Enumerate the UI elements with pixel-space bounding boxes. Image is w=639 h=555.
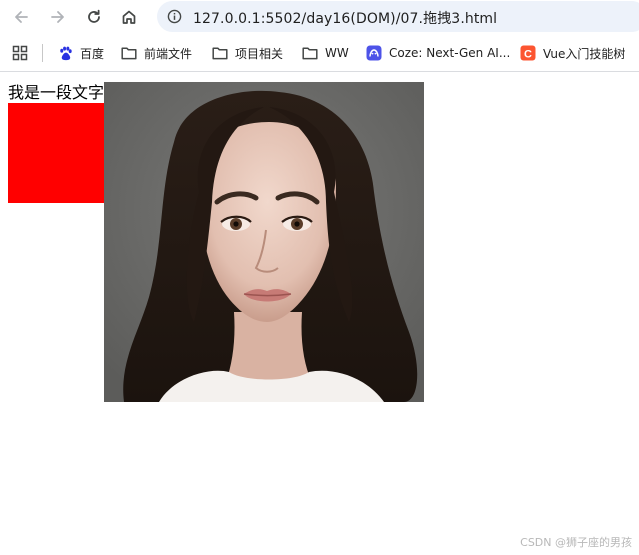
reload-icon bbox=[88, 9, 100, 23]
arrow-right-icon bbox=[51, 11, 64, 23]
csdn-c-icon: C bbox=[520, 45, 536, 61]
bookmark-label: 项目相关 bbox=[235, 46, 284, 61]
portrait-image[interactable] bbox=[104, 82, 424, 402]
bookmark-ww[interactable]: WW bbox=[302, 43, 349, 63]
draggable-red-box[interactable] bbox=[8, 103, 108, 203]
page-viewport: 我是一段文字 CSDN @狮子座的男孩 bbox=[0, 72, 639, 555]
apps-grid-icon[interactable] bbox=[11, 44, 29, 62]
coze-icon bbox=[366, 45, 382, 61]
csdn-watermark: CSDN @狮子座的男孩 bbox=[520, 536, 632, 549]
folder-icon bbox=[302, 45, 318, 61]
browser-toolbar: 127.0.0.1:5502/day16(DOM)/07.拖拽3.html bbox=[0, 0, 639, 34]
back-button[interactable] bbox=[8, 4, 34, 30]
info-icon bbox=[167, 9, 182, 24]
bookmark-label: 前端文件 bbox=[144, 46, 193, 61]
reload-button[interactable] bbox=[81, 4, 107, 30]
folder-icon bbox=[121, 45, 137, 61]
bookmark-coze[interactable]: Coze: Next-Gen AI... bbox=[366, 43, 510, 63]
bookmark-label: WW bbox=[325, 46, 349, 60]
bookmark-label: Coze: Next-Gen AI... bbox=[389, 46, 511, 60]
bookmarks-divider bbox=[42, 44, 43, 62]
home-icon bbox=[122, 10, 136, 24]
bookmark-label: Vue入门技能树 bbox=[543, 46, 626, 61]
address-bar[interactable]: 127.0.0.1:5502/day16(DOM)/07.拖拽3.html bbox=[157, 1, 639, 32]
bookmark-label: 百度 bbox=[80, 46, 105, 61]
portrait-photo-illustration bbox=[104, 82, 424, 402]
bookmark-project[interactable]: 项目相关 bbox=[212, 43, 283, 63]
url-text[interactable]: 127.0.0.1:5502/day16(DOM)/07.拖拽3.html bbox=[193, 8, 497, 28]
home-button[interactable] bbox=[116, 4, 142, 30]
bookmark-vue[interactable]: C Vue入门技能树 bbox=[520, 43, 625, 63]
baidu-paw-icon bbox=[57, 45, 73, 61]
bookmarks-bar: 百度 前端文件 项目相关 WW Coze: Next-Gen AI... C V… bbox=[0, 35, 639, 72]
folder-icon bbox=[212, 45, 228, 61]
site-info-button[interactable] bbox=[163, 5, 186, 28]
bookmark-baidu[interactable]: 百度 bbox=[57, 43, 104, 63]
svg-text:C: C bbox=[524, 48, 532, 60]
bookmark-frontend-files[interactable]: 前端文件 bbox=[121, 43, 192, 63]
forward-button[interactable] bbox=[45, 4, 71, 30]
paragraph-text: 我是一段文字 bbox=[8, 83, 105, 102]
arrow-left-icon bbox=[15, 11, 28, 23]
